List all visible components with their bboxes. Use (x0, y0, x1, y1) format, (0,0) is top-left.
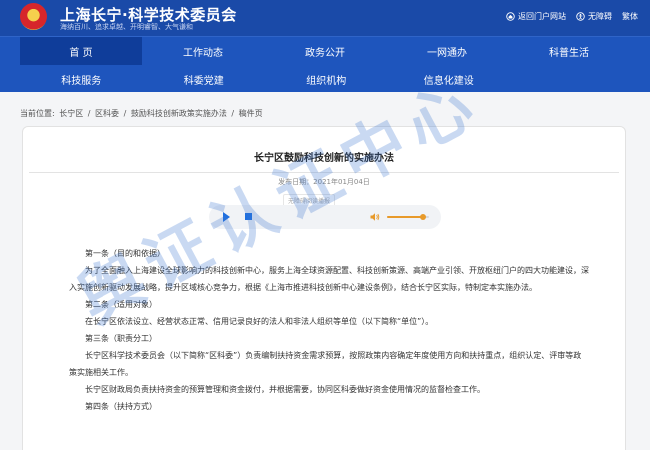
accessibility-link[interactable]: 无障碍 (576, 11, 612, 22)
accessibility-icon (576, 12, 585, 21)
breadcrumb-separator: / (123, 109, 127, 118)
stop-icon[interactable] (245, 213, 252, 220)
volume-slider-fill (387, 216, 423, 218)
article-paragraph: 第四条（扶持方式） (85, 402, 157, 411)
nav-item-home[interactable]: 首 页 (20, 37, 142, 65)
nav-item-organization[interactable]: 组织机构 (265, 65, 388, 93)
nav-item-informatization[interactable]: 信息化建设 (388, 65, 511, 93)
volume-slider-thumb[interactable] (419, 214, 426, 220)
article-paragraph: 长宁区财政局负责扶持资金的预算管理和资金拨付，并根据需要，协同区科委做好资金使用… (85, 385, 485, 394)
nav-item-government-affairs[interactable]: 政务公开 (264, 37, 386, 65)
return-portal-label: 返回门户网站 (518, 12, 566, 21)
traditional-chinese-label: 繁体 (622, 12, 638, 21)
article-paragraph: 第二条（适用对象） (85, 300, 157, 309)
breadcrumb-item-policy[interactable]: 鼓励科技创新政策实施办法 (131, 109, 227, 118)
article-title: 长宁区鼓励科技创新的实施办法 (254, 153, 394, 164)
volume-slider[interactable] (387, 214, 429, 220)
nav-item-party-building[interactable]: 科委党建 (143, 65, 266, 93)
breadcrumb-item-current: 稿件页 (238, 109, 263, 118)
breadcrumb-prefix: 当前位置: (20, 109, 55, 118)
title-divider (29, 172, 619, 173)
nav-row-2: 科技服务 科委党建 组织机构 信息化建设 (0, 65, 650, 93)
volume-icon[interactable] (369, 211, 381, 223)
breadcrumb-item-changning[interactable]: 长宁区 (59, 109, 83, 118)
nav-row-1: 首 页 工作动态 政务公开 一网通办 科普生活 (0, 37, 650, 65)
site-slogan: 海纳百川、追求卓越、开明睿智、大气谦和 (60, 23, 193, 31)
article-body: 第一条（目的和依据） 为了全面融入上海建设全球影响力的科技创新中心，服务上海全球… (69, 245, 589, 415)
breadcrumb-separator: / (231, 109, 235, 118)
breadcrumb: 当前位置: 长宁区 / 区科委 / 鼓励科技创新政策实施办法 / 稿件页 (20, 108, 265, 119)
nav-item-one-stop-service[interactable]: 一网通办 (386, 37, 508, 65)
nav-item-work-news[interactable]: 工作动态 (142, 37, 264, 65)
article-paragraph: 第一条（目的和依据） (85, 249, 165, 258)
publish-date: 发布日期：2021年01月04日 (278, 178, 370, 186)
article-paragraph: 在长宁区依法设立、经营状态正常、信用记录良好的法人和非法人组织等单位（以下简称“… (85, 317, 434, 326)
play-icon[interactable] (223, 212, 230, 222)
article-paragraph: 第三条（职责分工） (85, 334, 157, 343)
audio-player (209, 205, 441, 229)
site-header: 上海长宁·科学技术委员会 海纳百川、追求卓越、开明睿智、大气谦和 返回门户网站 … (0, 0, 650, 36)
article-paragraph: 长宁区科学技术委员会（以下简称“区科委”）负责编制扶持资金需求预算，按照政策内容… (69, 351, 582, 377)
article-card: 长宁区鼓励科技创新的实施办法 发布日期：2021年01月04日 无障碍阅读播报 … (22, 126, 626, 450)
nav-item-tech-services[interactable]: 科技服务 (20, 65, 143, 93)
home-icon (506, 12, 515, 21)
accessibility-label: 无障碍 (588, 12, 612, 21)
main-nav: 首 页 工作动态 政务公开 一网通办 科普生活 科技服务 科委党建 组织机构 信… (0, 36, 650, 92)
national-emblem-logo (20, 3, 47, 30)
traditional-chinese-link[interactable]: 繁体 (622, 11, 638, 22)
article-paragraph: 为了全面融入上海建设全球影响力的科技创新中心，服务上海全球资源配置、科技创新策源… (69, 266, 589, 292)
breadcrumb-separator: / (87, 109, 91, 118)
top-links: 返回门户网站 无障碍 繁体 (506, 11, 638, 22)
breadcrumb-item-district-committee[interactable]: 区科委 (95, 109, 119, 118)
return-portal-link[interactable]: 返回门户网站 (506, 11, 566, 22)
nav-item-science-life[interactable]: 科普生活 (508, 37, 630, 65)
